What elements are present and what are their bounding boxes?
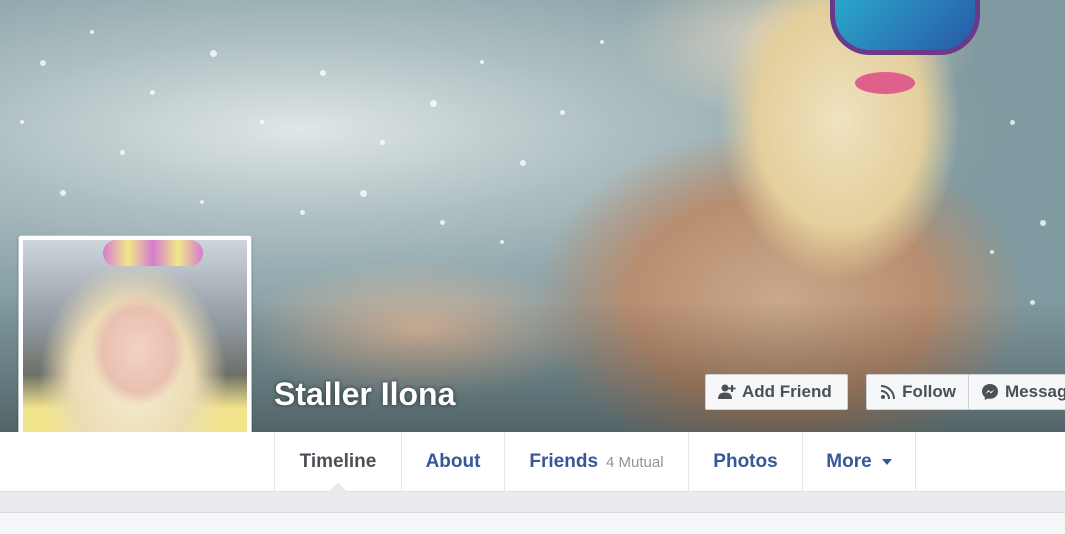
tab-timeline-label: Timeline <box>299 451 377 472</box>
water-sparkle <box>560 110 565 115</box>
water-sparkle <box>520 160 526 166</box>
profile-tabs: Timeline About Friends 4 Mutual Photos M… <box>274 432 916 493</box>
add-friend-button[interactable]: Add Friend <box>705 374 848 410</box>
cover-sunglasses <box>830 0 980 55</box>
water-sparkle <box>380 140 385 145</box>
water-sparkle <box>300 210 305 215</box>
water-sparkle <box>150 90 155 95</box>
water-sparkle <box>200 200 204 204</box>
water-sparkle <box>210 50 217 57</box>
water-sparkle <box>480 60 484 64</box>
tab-photos[interactable]: Photos <box>688 432 802 492</box>
water-sparkle <box>500 240 504 244</box>
water-sparkle <box>440 220 445 225</box>
flower-crown <box>103 240 203 266</box>
water-sparkle <box>360 190 367 197</box>
water-sparkle <box>1010 120 1015 125</box>
message-button[interactable]: Message <box>968 374 1065 410</box>
tab-more-label: More <box>826 451 872 472</box>
tab-friends-label: Friends <box>529 451 599 472</box>
water-sparkle <box>260 120 264 124</box>
profile-nav-bar: Timeline About Friends 4 Mutual Photos M… <box>0 432 1065 493</box>
water-sparkle <box>430 100 437 107</box>
water-sparkle <box>20 120 24 124</box>
tab-photos-label: Photos <box>713 451 778 472</box>
content-divider <box>0 492 1065 513</box>
caret-down-icon <box>881 459 892 465</box>
tab-friends[interactable]: Friends 4 Mutual <box>504 432 688 492</box>
add-friend-icon <box>718 383 736 401</box>
profile-name[interactable]: Staller Ilona <box>274 376 455 413</box>
follow-button[interactable]: Follow <box>866 374 969 410</box>
water-sparkle <box>1040 220 1046 226</box>
tab-about-label: About <box>425 451 481 472</box>
water-sparkle <box>90 30 94 34</box>
tab-more[interactable]: More <box>802 432 916 492</box>
cover-lips <box>855 72 915 94</box>
tab-about[interactable]: About <box>401 432 504 492</box>
water-sparkle <box>120 150 125 155</box>
water-sparkle <box>990 250 994 254</box>
water-sparkle <box>60 190 66 196</box>
profile-picture-image <box>23 240 247 464</box>
rss-icon <box>879 383 896 401</box>
water-sparkle <box>40 60 46 66</box>
tab-timeline[interactable]: Timeline <box>274 432 401 493</box>
message-label: Message <box>1005 382 1065 401</box>
messenger-icon <box>981 383 999 401</box>
mutual-friends-count: 4 Mutual <box>606 453 664 471</box>
water-sparkle <box>600 40 604 44</box>
add-friend-label: Add Friend <box>742 382 832 401</box>
content-area <box>0 513 1065 534</box>
water-sparkle <box>320 70 326 76</box>
follow-label: Follow <box>902 382 956 401</box>
